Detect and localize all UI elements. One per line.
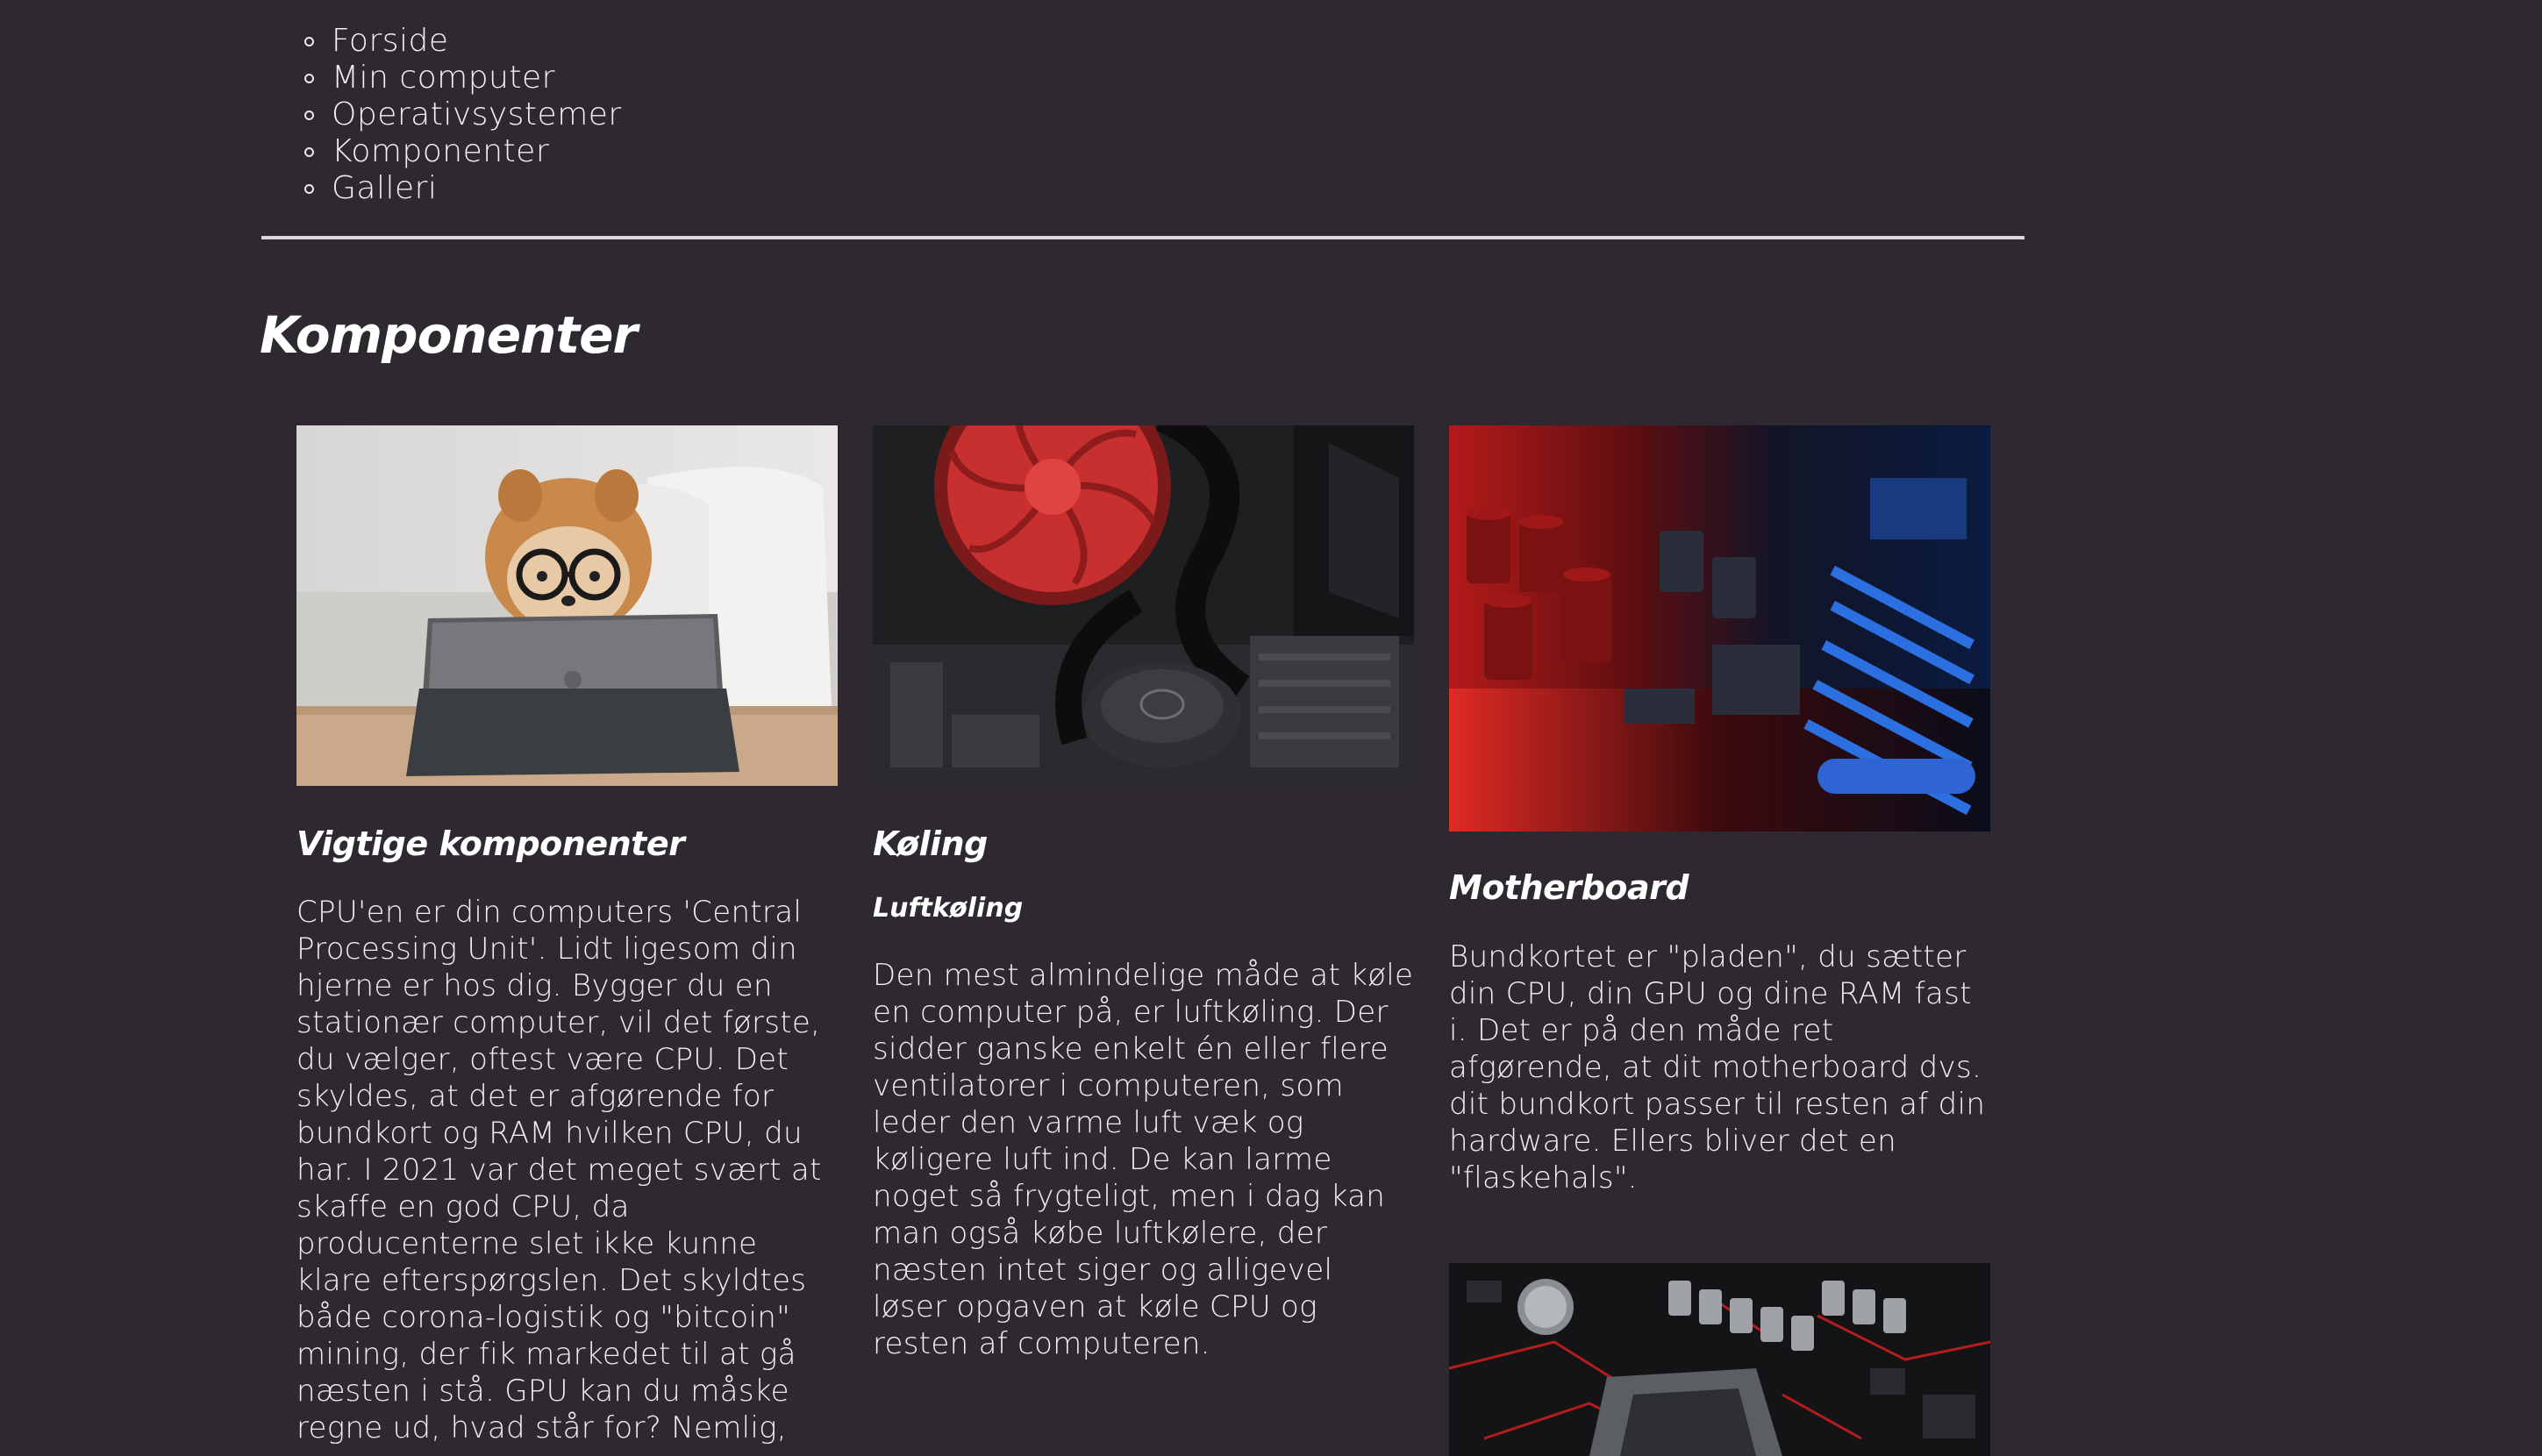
cpu-cooler-image	[873, 425, 1414, 786]
nav-item-forside[interactable]: Forside	[296, 23, 622, 60]
motherboard-socket-image	[1449, 1263, 1990, 1456]
nav-item-min-computer[interactable]: Min computer	[296, 60, 622, 96]
card-heading: Motherboard	[1449, 868, 1689, 907]
card-motherboard: Motherboard Bundkortet er "pladen", du s…	[1449, 425, 1990, 1456]
card-subheading: Luftkøling	[873, 893, 1024, 924]
bullet-icon	[304, 111, 314, 120]
nav-item-label[interactable]: Min computer	[332, 60, 555, 96]
page-title: Komponenter	[260, 305, 638, 365]
card-text: Den mest almindelige måde at køle en com…	[873, 958, 1414, 1361]
card-text: Bundkortet er "pladen", du sætter din CP…	[1449, 939, 1986, 1195]
nav-item-operativsystemer[interactable]: Operativsystemer	[296, 96, 622, 133]
dog-tablet-image	[296, 425, 838, 786]
bullet-icon	[304, 37, 314, 46]
nav-item-label[interactable]: Komponenter	[332, 133, 549, 169]
card-text: CPU'en er din computers 'Central Process…	[296, 895, 822, 1445]
bullet-icon	[304, 147, 314, 157]
bullet-icon	[304, 184, 314, 194]
card-heading: Vigtige komponenter	[296, 824, 685, 863]
nav-item-komponenter[interactable]: Komponenter	[296, 133, 622, 170]
nav-item-galleri[interactable]: Galleri	[296, 170, 622, 207]
card-vigtige-komponenter: Vigtige komponenter CPU'en er din comput…	[296, 425, 838, 1445]
nav-item-label[interactable]: Galleri	[332, 170, 437, 206]
card-koeling: Køling Luftkøling Den mest almindelige m…	[873, 425, 1414, 1361]
motherboard-image	[1449, 425, 1990, 831]
bullet-icon	[304, 74, 314, 83]
nav-item-label[interactable]: Operativsystemer	[332, 96, 622, 132]
nav-list: Forside Min computer Operativsystemer Ko…	[296, 23, 622, 207]
nav-item-label[interactable]: Forside	[332, 23, 449, 59]
card-heading: Køling	[873, 824, 988, 863]
nav-divider	[261, 236, 2024, 239]
